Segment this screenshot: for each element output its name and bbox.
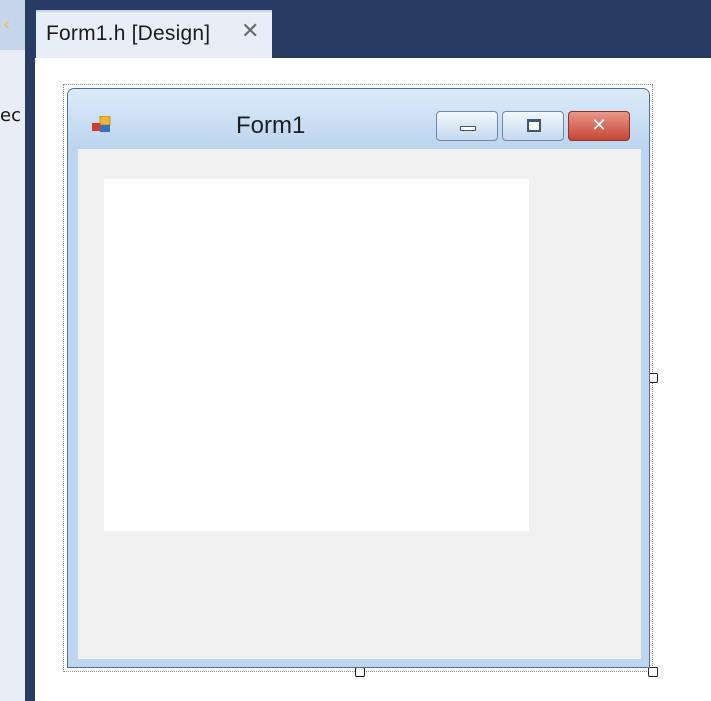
ide-sidebar bbox=[25, 0, 35, 701]
left-tool-panel[interactable]: ‹ ec bbox=[0, 0, 25, 701]
minimize-button[interactable] bbox=[436, 111, 498, 141]
tab-close-icon[interactable]: ✕ bbox=[241, 18, 259, 46]
resize-handle-bottom-right[interactable] bbox=[648, 667, 658, 677]
minimize-icon bbox=[460, 126, 476, 131]
form-title-bar[interactable]: Form1 ✕ bbox=[68, 89, 649, 149]
form-title: Form1 bbox=[236, 112, 306, 139]
white-panel-control[interactable] bbox=[104, 179, 529, 531]
maximize-icon bbox=[527, 119, 541, 132]
close-button[interactable]: ✕ bbox=[568, 111, 630, 141]
form1-window[interactable]: Form1 ✕ bbox=[67, 88, 650, 668]
tab-title: Form1.h [Design] bbox=[46, 22, 211, 45]
left-panel-clipped-text: ec bbox=[0, 105, 21, 126]
collapse-arrow-icon[interactable]: ‹ bbox=[3, 14, 10, 36]
maximize-button[interactable] bbox=[502, 111, 564, 141]
tab-form1-design[interactable]: Form1.h [Design] ✕ bbox=[36, 10, 272, 58]
form-client-area[interactable] bbox=[78, 149, 641, 659]
close-icon: ✕ bbox=[591, 115, 607, 136]
resize-handle-bottom[interactable] bbox=[355, 667, 365, 677]
form-app-icon bbox=[92, 116, 111, 132]
